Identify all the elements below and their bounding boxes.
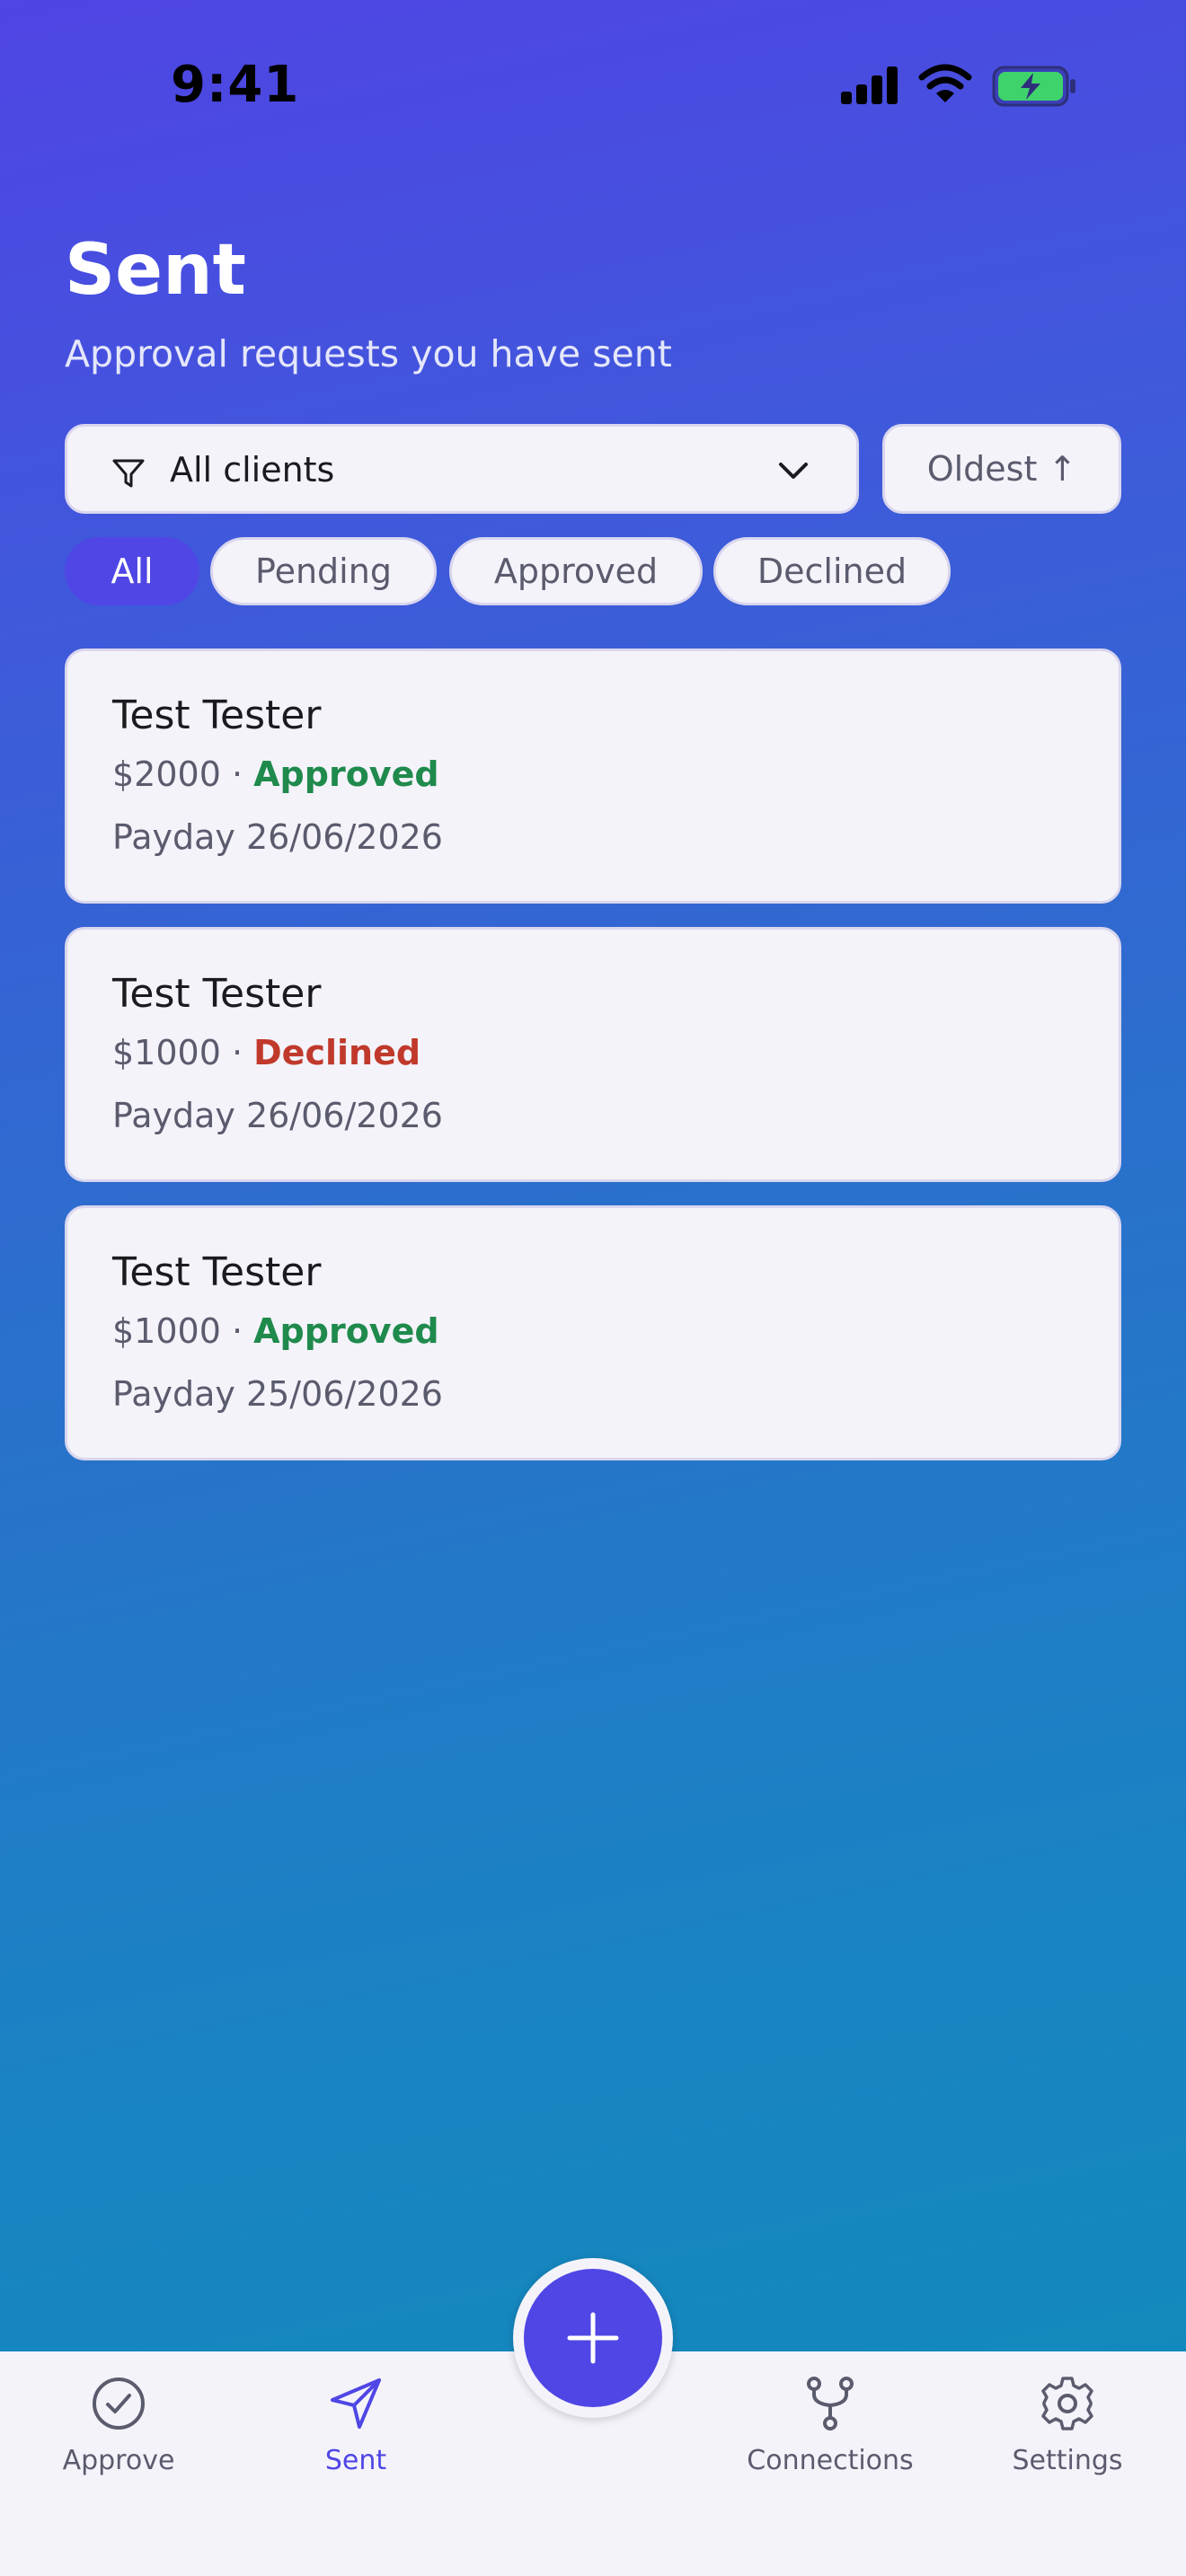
separator-dot: · xyxy=(220,1033,254,1072)
request-payday: Payday 26/06/2026 xyxy=(112,1096,443,1135)
status-time: 9:41 xyxy=(171,56,300,114)
battery-charging-icon xyxy=(992,66,1075,107)
new-request-button[interactable] xyxy=(513,2258,673,2418)
separator-dot: · xyxy=(220,754,254,794)
branch-icon xyxy=(807,2377,854,2430)
chip-approved[interactable]: Approved xyxy=(449,537,703,605)
request-payday: Payday 26/06/2026 xyxy=(112,817,443,857)
page-title: Sent xyxy=(65,230,246,311)
request-card[interactable]: Test Tester $1000 · Approved Payday 25/0… xyxy=(65,1205,1121,1460)
filter-icon xyxy=(112,459,145,488)
sort-button[interactable]: Oldest ↑ xyxy=(882,424,1121,514)
tab-sent[interactable]: Sent xyxy=(248,2351,464,2495)
chip-all[interactable]: All xyxy=(65,537,199,605)
request-amount-line: $2000 · Approved xyxy=(112,757,439,791)
status-badge: Declined xyxy=(253,1033,421,1072)
fab-circle xyxy=(524,2269,662,2407)
request-amount: $1000 xyxy=(112,1311,221,1351)
status-badge: Approved xyxy=(253,754,439,794)
gear-icon xyxy=(1041,2377,1093,2430)
tab-label: Approve xyxy=(62,2445,175,2476)
tab-settings[interactable]: Settings xyxy=(960,2351,1175,2495)
page-subtitle: Approval requests you have sent xyxy=(65,332,672,375)
request-amount-line: $1000 · Approved xyxy=(112,1314,439,1348)
client-filter-dropdown[interactable]: All clients xyxy=(65,424,859,514)
request-card[interactable]: Test Tester $1000 · Declined Payday 26/0… xyxy=(65,927,1121,1182)
tab-approve[interactable]: Approve xyxy=(11,2351,226,2495)
tab-label: Settings xyxy=(1012,2445,1123,2476)
request-card[interactable]: Test Tester $2000 · Approved Payday 26/0… xyxy=(65,648,1121,904)
wifi-icon xyxy=(918,64,972,102)
request-amount-line: $1000 · Declined xyxy=(112,1036,420,1070)
plus-icon xyxy=(567,2312,619,2364)
check-circle-icon xyxy=(93,2378,145,2430)
tab-label: Connections xyxy=(747,2445,914,2476)
chip-declined[interactable]: Declined xyxy=(713,537,951,605)
tab-label: Sent xyxy=(324,2445,387,2476)
request-client-name: Test Tester xyxy=(112,1249,322,1295)
request-amount: $2000 xyxy=(112,754,221,794)
tab-connections[interactable]: Connections xyxy=(722,2351,938,2495)
cellular-signal-icon xyxy=(841,66,898,104)
request-amount: $1000 xyxy=(112,1033,221,1072)
separator-dot: · xyxy=(220,1311,254,1351)
request-client-name: Test Tester xyxy=(112,971,322,1017)
status-badge: Approved xyxy=(253,1311,439,1351)
request-client-name: Test Tester xyxy=(112,693,322,738)
request-payday: Payday 25/06/2026 xyxy=(112,1374,443,1414)
paper-plane-icon xyxy=(331,2378,381,2429)
chevron-down-icon xyxy=(779,463,808,479)
client-filter-label: All clients xyxy=(170,450,335,490)
status-bar: 9:41 xyxy=(0,0,1186,171)
chip-pending[interactable]: Pending xyxy=(210,537,437,605)
